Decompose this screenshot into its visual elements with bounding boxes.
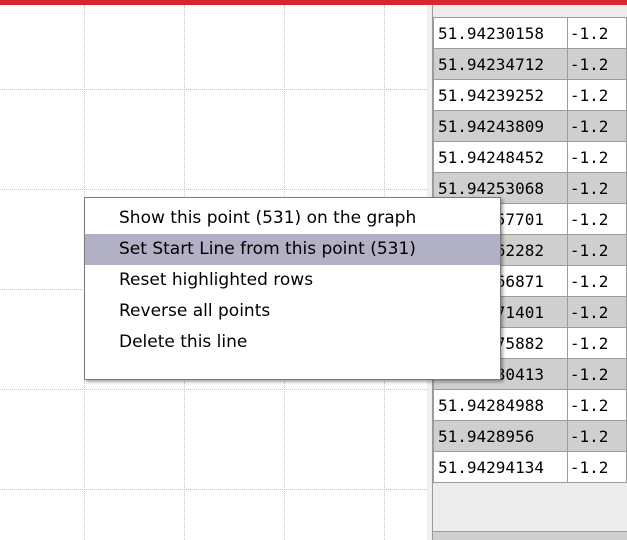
context-menu: Show this point (531) on the graph Set St… — [84, 197, 501, 380]
longitude-cell[interactable]: -1.2 — [566, 17, 627, 49]
latitude-cell[interactable]: 51.94239252 — [433, 79, 568, 111]
menu-item-show-point[interactable]: Show this point (531) on the graph — [85, 203, 500, 234]
table-row[interactable]: 51.9428956 -1.2 — [433, 420, 627, 452]
longitude-cell[interactable]: -1.2 — [566, 172, 627, 204]
longitude-cell[interactable]: -1.2 — [566, 141, 627, 173]
menu-item-delete-line[interactable]: Delete this line — [85, 327, 500, 358]
longitude-cell[interactable]: -1.2 — [566, 265, 627, 297]
table-row[interactable]: 51.94234712 -1.2 — [433, 48, 627, 80]
longitude-cell[interactable]: -1.2 — [566, 327, 627, 359]
longitude-cell[interactable]: -1.2 — [566, 358, 627, 390]
latitude-cell[interactable]: 51.94284988 — [433, 389, 568, 421]
longitude-cell[interactable]: -1.2 — [566, 110, 627, 142]
longitude-cell[interactable]: -1.2 — [566, 79, 627, 111]
table-row[interactable]: 51.94243809 -1.2 — [433, 110, 627, 142]
latitude-cell[interactable]: 51.94294134 — [433, 451, 568, 483]
longitude-cell[interactable]: -1.2 — [566, 389, 627, 421]
menu-item-reverse-points[interactable]: Reverse all points — [85, 296, 500, 327]
table-row-partial[interactable] — [433, 531, 627, 540]
table-row[interactable]: 51.94230158 -1.2 — [433, 17, 627, 49]
longitude-cell[interactable]: -1.2 — [566, 420, 627, 452]
menu-item-reset-highlighted[interactable]: Reset highlighted rows — [85, 265, 500, 296]
longitude-cell[interactable]: -1.2 — [566, 234, 627, 266]
grid-line — [0, 189, 427, 190]
longitude-cell[interactable]: -1.2 — [566, 296, 627, 328]
grid-line — [0, 489, 427, 490]
latitude-cell[interactable]: 51.94230158 — [433, 17, 568, 49]
longitude-cell[interactable]: -1.2 — [566, 451, 627, 483]
grid-line — [0, 389, 427, 390]
longitude-cell[interactable]: -1.2 — [566, 48, 627, 80]
latitude-cell[interactable]: 51.9428956 — [433, 420, 568, 452]
longitude-cell[interactable]: -1.2 — [566, 203, 627, 235]
latitude-cell[interactable]: 51.94234712 — [433, 48, 568, 80]
table-row[interactable]: 51.94284988 -1.2 — [433, 389, 627, 421]
latitude-cell[interactable]: 51.94243809 — [433, 110, 568, 142]
table-row[interactable]: 51.94239252 -1.2 — [433, 79, 627, 111]
grid-line — [0, 89, 427, 90]
table-row[interactable]: 51.94294134 -1.2 — [433, 451, 627, 483]
latitude-cell[interactable]: 51.94248452 — [433, 141, 568, 173]
menu-item-set-start-line[interactable]: Set Start Line from this point (531) — [85, 234, 500, 265]
table-row[interactable]: 51.94248452 -1.2 — [433, 141, 627, 173]
